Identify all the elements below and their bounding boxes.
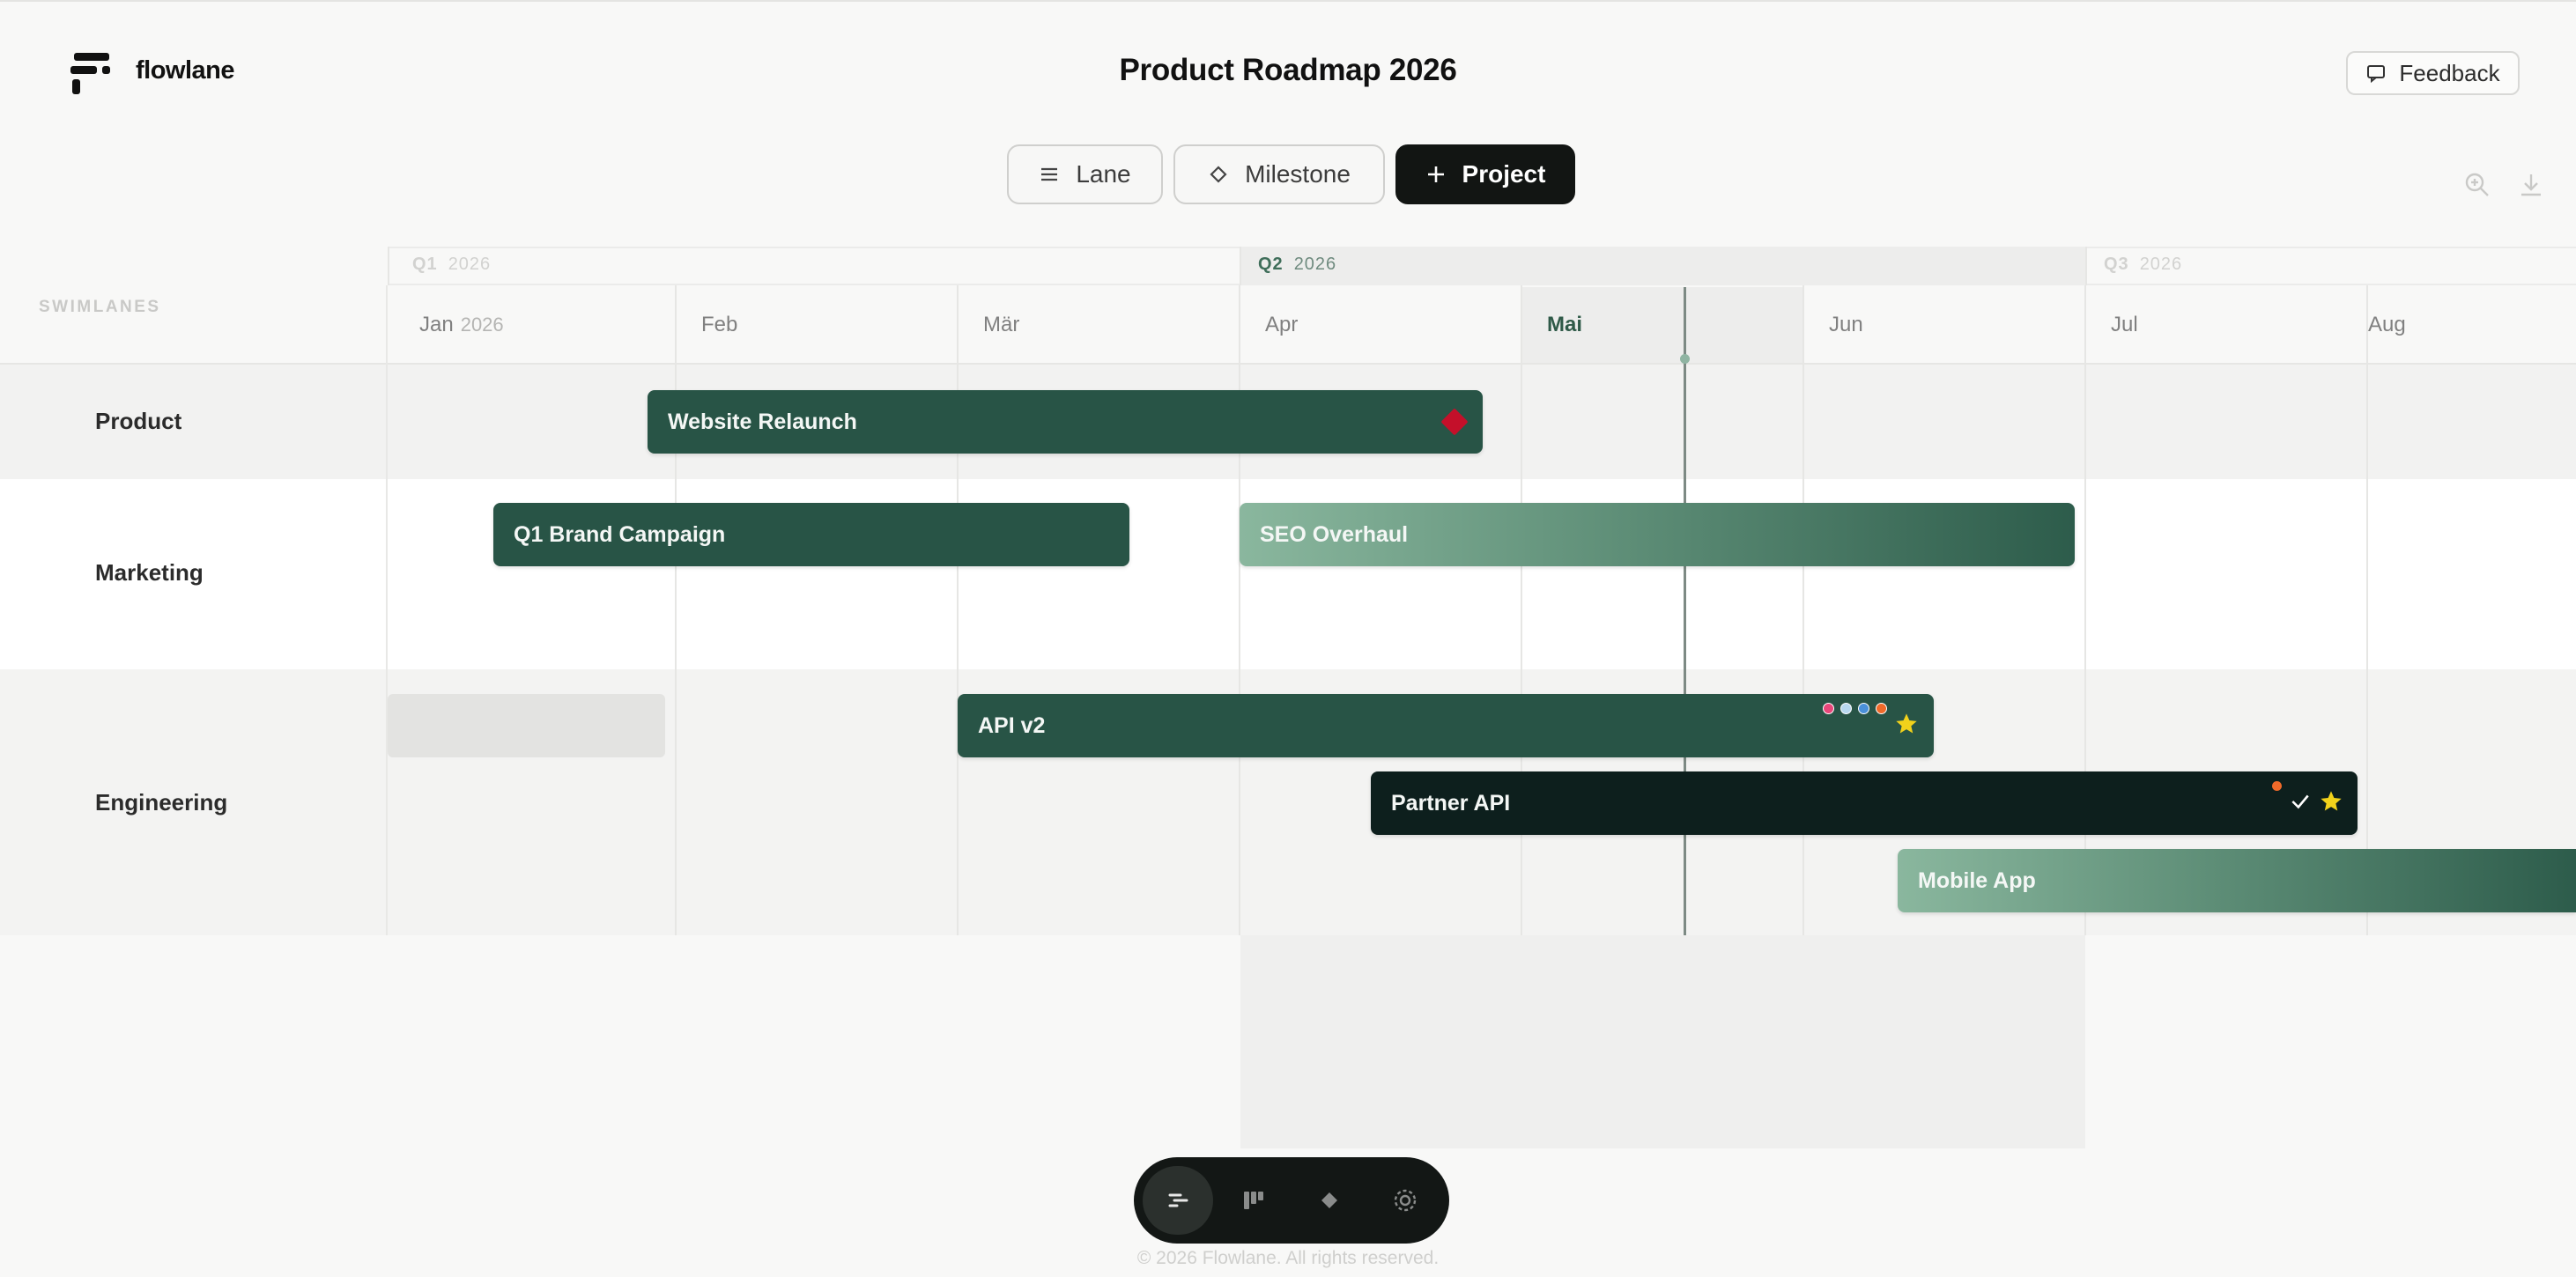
status-dot: [1876, 703, 1887, 714]
project-name: Q1 Brand Campaign: [514, 521, 726, 547]
quarter-q3: Q3 2026: [2104, 255, 2183, 274]
add-milestone-button[interactable]: Milestone: [1173, 144, 1385, 204]
current-quarter-highlight: [1240, 247, 2085, 285]
lane-label: Lane: [1076, 160, 1131, 188]
month-gridline: [675, 285, 677, 935]
project-name: Partner API: [1391, 790, 1511, 816]
month-gridline: [1239, 285, 1240, 935]
current-quarter-shade: [1240, 935, 2085, 1148]
copyright-text: © 2026 Flowlane. All rights reserved.: [1136, 1248, 1440, 1268]
month-gridline: [2366, 285, 2368, 935]
check-icon[interactable]: [2289, 790, 2312, 813]
timeline-icon: [1168, 1193, 1188, 1207]
lane-name-marketing[interactable]: Marketing: [95, 559, 204, 587]
project-bar-placeholder[interactable]: [388, 694, 665, 757]
plus-icon: [1427, 166, 1444, 182]
nav-board[interactable]: [1218, 1166, 1289, 1235]
month-aug: Aug: [2368, 313, 2406, 336]
settings-icon: [1394, 1189, 1417, 1212]
month-jan: Jan 2026: [419, 313, 504, 336]
month-gridline: [957, 285, 959, 935]
project-name: SEO Overhaul: [1260, 521, 1409, 547]
bottom-navigation: [1134, 1157, 1449, 1244]
month-feb: Feb: [701, 313, 738, 336]
project-bar-api-v2[interactable]: API v2: [958, 694, 1934, 757]
feedback-button[interactable]: Feedback: [2346, 51, 2520, 95]
star-icon[interactable]: [2319, 789, 2343, 814]
project-name: Mobile App: [1918, 867, 2036, 893]
add-lane-button[interactable]: Lane: [1007, 144, 1163, 204]
swimlanes-header: SWIMLANES: [39, 298, 161, 316]
feedback-label: Feedback: [2399, 59, 2500, 86]
project-label: Project: [1462, 160, 1546, 188]
month-apr: Apr: [1265, 313, 1299, 336]
status-dot: [1840, 703, 1852, 714]
lane-name-engineering[interactable]: Engineering: [95, 789, 227, 816]
status-dot: [2271, 780, 2283, 792]
nav-timeline[interactable]: [1143, 1166, 1213, 1235]
project-bar-seo-overhaul[interactable]: SEO Overhaul: [1240, 503, 2075, 566]
add-project-button[interactable]: Project: [1395, 144, 1575, 204]
quarter-divider: [1240, 247, 1241, 285]
status-dot: [1823, 703, 1834, 714]
today-marker: [1684, 287, 1686, 935]
chat-icon: [2367, 65, 2386, 84]
project-bar-q1-brand-campaign[interactable]: Q1 Brand Campaign: [493, 503, 1129, 566]
month-jul: Jul: [2111, 313, 2138, 336]
status-dot: [1858, 703, 1869, 714]
month-may: Mai: [1547, 313, 1583, 336]
nav-settings[interactable]: [1370, 1166, 1440, 1235]
download-icon[interactable]: [2517, 171, 2545, 199]
milestone-icon: [1321, 1192, 1337, 1208]
project-bar-partner-api[interactable]: Partner API: [1371, 771, 2358, 835]
page-title: Product Roadmap 2026: [1119, 53, 1457, 87]
project-name: API v2: [978, 712, 1046, 738]
project-bar-website-relaunch[interactable]: Website Relaunch: [648, 390, 1483, 454]
month-gridline: [2084, 285, 2086, 935]
top-border: [0, 0, 2576, 2]
quarter-divider: [2085, 247, 2087, 285]
zoom-in-icon[interactable]: [2463, 171, 2491, 199]
quarter-divider: [388, 247, 389, 285]
lane-icon: [1041, 167, 1058, 181]
sidebar-divider: [386, 285, 388, 935]
star-icon[interactable]: [1894, 712, 1919, 736]
month-mar: Mär: [983, 313, 1020, 336]
lane-name-product[interactable]: Product: [95, 408, 181, 435]
project-name: Website Relaunch: [668, 409, 857, 434]
quarter-q1: Q1 2026: [412, 255, 492, 274]
month-gridline: [1802, 285, 1804, 935]
month-gridline: [1521, 285, 1522, 935]
month-jun: Jun: [1829, 313, 1863, 336]
milestone-label: Milestone: [1245, 160, 1351, 188]
nav-milestones[interactable]: [1294, 1166, 1365, 1235]
milestone-icon: [1210, 166, 1227, 183]
quarter-q2: Q2 2026: [1258, 255, 1337, 274]
project-bar-mobile-app[interactable]: Mobile App: [1898, 849, 2576, 912]
today-dot: [1680, 354, 1690, 364]
board-icon: [1244, 1192, 1263, 1209]
